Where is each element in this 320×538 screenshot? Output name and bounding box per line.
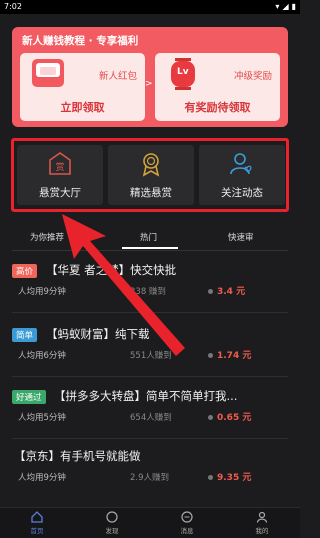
task-badge: 好通过 (12, 390, 46, 404)
task-avg-time: 人均用5分钟 (18, 413, 66, 423)
task-row[interactable]: 好通过 【拼多多大转盘】简单不简单打我... 人均用5分钟 654人赚到 0.6… (12, 388, 292, 438)
follow-user-icon (199, 151, 285, 177)
task-reward: 3.4 元 (208, 284, 245, 297)
row-divider (12, 312, 288, 313)
nav-discover[interactable]: 发现 (92, 511, 132, 535)
nav-messages[interactable]: 消息 (167, 511, 207, 535)
signal-icon: ◢ (282, 2, 289, 11)
nav-label: 我的 (255, 527, 269, 535)
row-divider (12, 438, 288, 439)
task-title: 【京东】有手机号就能做 (14, 449, 141, 463)
task-avg-time: 人均用9分钟 (18, 473, 66, 483)
promo-title: 新人赚钱教程 · 专享福利 (22, 35, 139, 47)
reward-pending-button[interactable]: 有奖励待领取 (155, 99, 280, 115)
task-tabs: 为你推荐 热门 快速审 (0, 228, 300, 250)
new-user-redpacket-card[interactable]: 新人红包 立即领取 (20, 53, 145, 121)
home-icon (17, 511, 57, 524)
message-icon (167, 511, 207, 524)
promo-banner: 新人赚钱教程 · 专享福利 新人红包 立即领取 > Lv 冲级奖励 有奖励待领取 (12, 27, 288, 127)
nav-label: 发现 (105, 527, 119, 535)
bottom-nav: 首页 发现 消息 我的 (0, 507, 300, 538)
task-row[interactable]: 【京东】有手机号就能做 人均用9分钟 2.9人赚到 9.35 元 (12, 448, 292, 498)
task-row[interactable]: 简单 【蚂蚁财富】纯下载 人均用6分钟 551人赚到 1.74 元 (12, 326, 292, 376)
category-label: 精选悬赏 (130, 187, 172, 199)
medal-icon (108, 151, 194, 177)
task-avg-time: 人均用9分钟 (18, 287, 66, 297)
nav-home[interactable]: 首页 (17, 511, 57, 535)
task-earned-count: 2.9人赚到 (130, 473, 170, 483)
task-avg-time: 人均用6分钟 (18, 351, 66, 361)
task-row[interactable]: 高价 【华夏 者之梦】快交快批 人均用9分钟 338 赚到 3.4 元 (12, 262, 292, 312)
task-earned-count: 338 赚到 (130, 287, 166, 297)
category-label: 关注动态 (221, 187, 263, 199)
nav-profile[interactable]: 我的 (242, 511, 282, 535)
category-reward-hall[interactable]: 赏 悬赏大厅 (17, 145, 103, 205)
level-reward-card[interactable]: Lv 冲级奖励 有奖励待领取 (155, 53, 280, 121)
reward-hall-icon: 赏 (17, 151, 103, 177)
status-time: 7:02 (4, 2, 22, 11)
wifi-icon: ▾ (275, 2, 280, 11)
task-earned-count: 551人赚到 (130, 351, 172, 361)
task-earned-count: 654人赚到 (130, 413, 172, 423)
tab-fast-review[interactable]: 快速审 (228, 231, 254, 243)
task-reward: 0.65 元 (208, 410, 251, 423)
user-icon (242, 511, 282, 524)
battery-icon: ▮ (291, 2, 296, 11)
category-follow-updates[interactable]: 关注动态 (199, 145, 285, 205)
divider (12, 250, 288, 251)
status-bar: 7:02 ▾ ◢ ▮ (0, 0, 300, 14)
task-title: 【蚂蚁财富】纯下载 (46, 327, 150, 341)
compass-icon (92, 511, 132, 524)
task-reward: 9.35 元 (208, 470, 251, 483)
nav-label: 首页 (30, 527, 44, 535)
task-reward: 1.74 元 (208, 348, 251, 361)
category-highlight-box: 赏 悬赏大厅 精选悬赏 关注动态 (11, 138, 289, 212)
tab-hot[interactable]: 热门 (140, 231, 157, 243)
task-title: 【拼多多大转盘】简单不简单打我... (54, 389, 238, 403)
category-featured[interactable]: 精选悬赏 (108, 145, 194, 205)
task-badge: 高价 (12, 264, 38, 278)
status-icons: ▾ ◢ ▮ (275, 0, 296, 14)
lv-text: Lv (177, 67, 189, 77)
new-user-redpacket-label: 新人红包 (98, 71, 137, 82)
reward-hall-icon-char: 赏 (55, 161, 64, 173)
level-reward-label: 冲级奖励 (233, 71, 272, 82)
red-packet-icon (32, 59, 64, 87)
claim-now-button[interactable]: 立即领取 (20, 99, 145, 115)
chevron-right-icon: > (145, 79, 153, 89)
tab-active-indicator (122, 247, 178, 249)
category-label: 悬赏大厅 (39, 187, 81, 199)
row-divider (12, 376, 288, 377)
nav-label: 消息 (180, 527, 194, 535)
task-title: 【华夏 者之梦】快交快批 (46, 263, 177, 277)
task-badge: 简单 (12, 328, 38, 342)
tab-recommended[interactable]: 为你推荐 (30, 231, 64, 243)
